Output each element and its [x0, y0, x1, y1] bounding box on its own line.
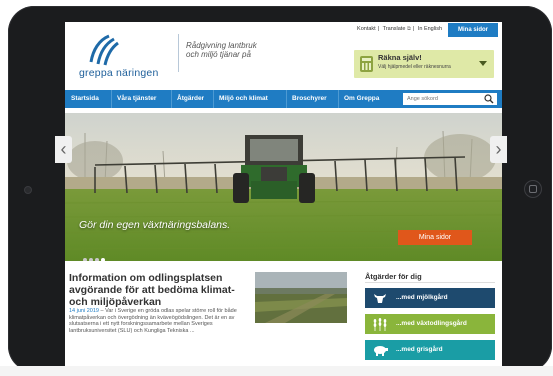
news-excerpt: 14 juni 2019 – Var i Sverige en gröda od…: [69, 308, 249, 334]
slide-dot-active[interactable]: [101, 258, 105, 261]
hero-caption: Gör din egen växtnäringsbalans.: [79, 219, 231, 231]
hero-banner: Gör din egen växtnäringsbalans. Mina sid…: [65, 113, 502, 261]
translate-label: Translate: [382, 26, 406, 32]
action-grisgard-button[interactable]: ...med grisgård: [365, 340, 495, 360]
tagline: Rådgivning lantbruk och miljö tjänar på: [186, 41, 257, 59]
top-links: Kontakt | Translate ⧉ | In English: [357, 26, 442, 32]
wheat-icon: [373, 318, 387, 331]
external-link-icon: ⧉: [406, 26, 411, 32]
page-bottom-band: [0, 366, 553, 376]
news-date: 14 juni 2019: [69, 308, 99, 314]
carousel-prev-button[interactable]: ‹: [55, 136, 72, 163]
nav-separator: [286, 90, 287, 108]
logo-wordmark[interactable]: greppa näringen: [79, 67, 158, 79]
nav-startsida[interactable]: Startsida: [71, 90, 99, 108]
mina-sidor-top-button[interactable]: Mina sidor: [448, 23, 498, 37]
news-image[interactable]: [255, 272, 347, 323]
browser-screen: Kontakt | Translate ⧉ | In English Mina si…: [65, 22, 502, 370]
action-grisgard-label: ...med grisgård: [396, 346, 443, 353]
actions-title: Åtgärder för dig: [365, 272, 422, 281]
english-link[interactable]: In English: [418, 26, 442, 32]
search-input[interactable]: [403, 93, 497, 105]
action-mjolkgard-label: ...med mjölkgård: [396, 294, 448, 301]
carousel-next-button[interactable]: ›: [490, 136, 507, 163]
news-headline[interactable]: Information om odlingsplatsen avgörande …: [69, 272, 249, 308]
nav-separator: [213, 90, 214, 108]
home-button[interactable]: [524, 180, 542, 198]
pig-icon: [374, 346, 388, 356]
nav-separator: [111, 90, 112, 108]
calculator-subtitle: Välj hjälpmedel eller räknesnurra: [378, 64, 451, 70]
calculator-dropdown[interactable]: Räkna själv! Välj hjälpmedel eller räkne…: [354, 50, 494, 78]
camera-icon: [24, 186, 32, 194]
chevron-down-icon: [479, 61, 487, 66]
action-vaxtodlingsgard-button[interactable]: ...med växtodlingsgård: [365, 314, 495, 334]
slide-dot[interactable]: [95, 258, 99, 261]
nav-miljo-och-klimat[interactable]: Miljö och klimat: [219, 90, 268, 108]
calculator-title: Räkna själv!: [378, 53, 422, 62]
action-mjolkgard-button[interactable]: ...med mjölkgård: [365, 288, 495, 308]
nav-om-greppa[interactable]: Om Greppa: [344, 90, 379, 108]
actions-divider: [365, 282, 495, 283]
slide-dots: [83, 249, 107, 261]
main-nav: Startsida Våra tjänster Åtgärder Miljö o…: [65, 90, 502, 108]
slide-dot[interactable]: [89, 258, 93, 261]
action-vaxtodlingsgard-label: ...med växtodlingsgård: [396, 320, 467, 327]
search-icon[interactable]: [484, 94, 494, 104]
tagline-line2: och miljö tjänar på: [186, 50, 251, 59]
nav-separator: [171, 90, 172, 108]
slide-dot[interactable]: [83, 258, 87, 261]
tagline-line1: Rådgivning lantbruk: [186, 41, 257, 50]
calculator-icon: [360, 56, 373, 72]
translate-link[interactable]: Translate ⧉: [383, 26, 411, 32]
cow-icon: [374, 294, 386, 303]
greppa-logo-icon[interactable]: [87, 34, 119, 66]
nav-separator: [338, 90, 339, 108]
header-divider: [178, 34, 179, 72]
hero-mina-sidor-button[interactable]: Mina sidor: [398, 230, 472, 245]
nav-vara-tjanster[interactable]: Våra tjänster: [117, 90, 156, 108]
kontakt-link[interactable]: Kontakt: [357, 26, 376, 32]
nav-broschyrer[interactable]: Broschyrer: [292, 90, 327, 108]
nav-atgarder[interactable]: Åtgärder: [177, 90, 204, 108]
